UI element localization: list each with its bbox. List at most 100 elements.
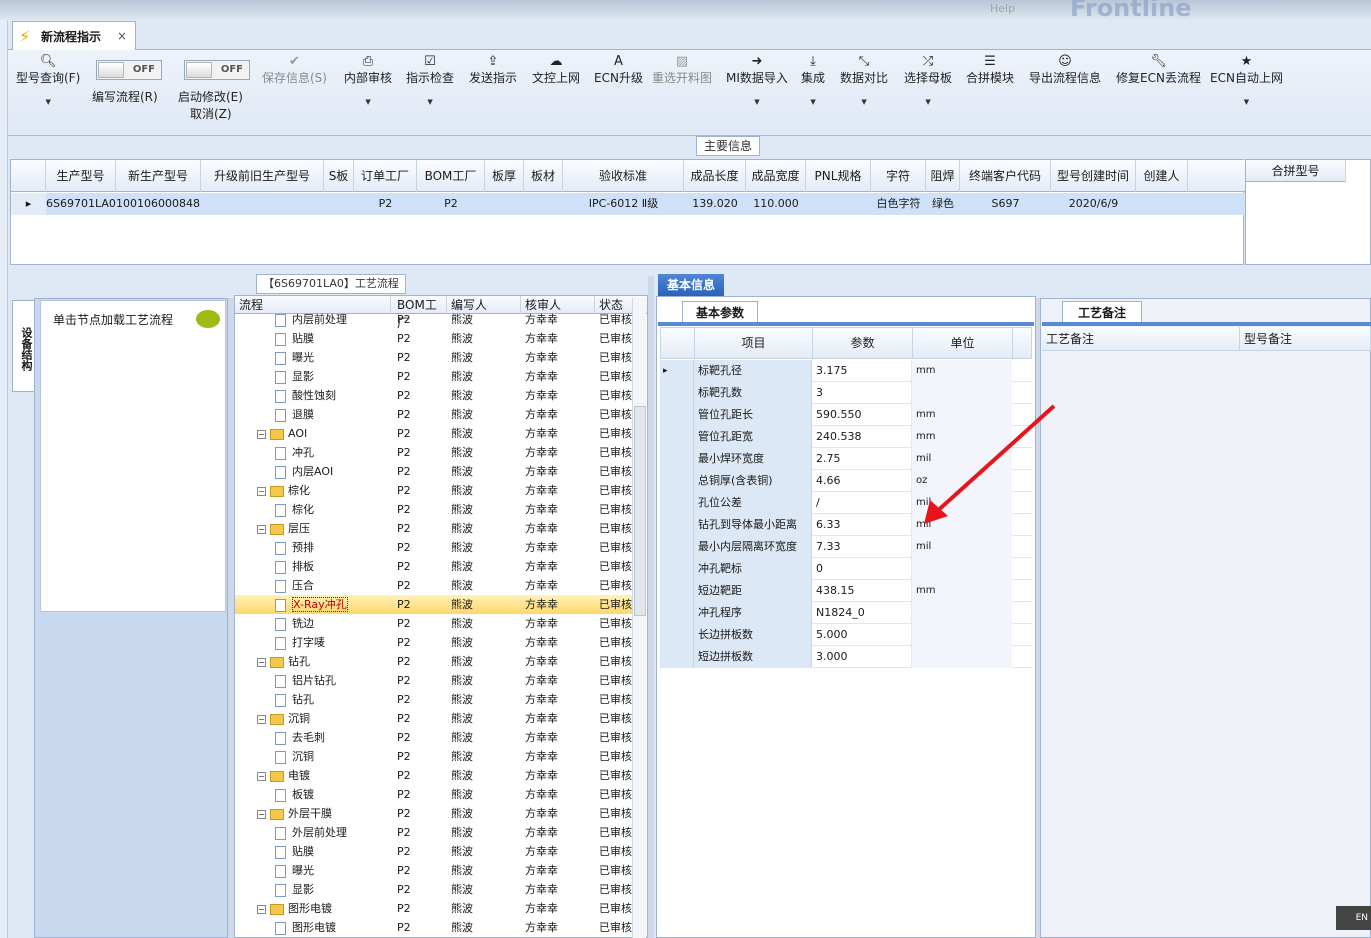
param-unit[interactable] bbox=[912, 646, 1012, 668]
param-name[interactable]: 短边靶距 bbox=[694, 580, 812, 602]
param-value[interactable]: 2.75 bbox=[812, 448, 912, 470]
column-header[interactable]: 创建人 bbox=[1136, 160, 1188, 192]
flow-name[interactable]: 外层干膜 bbox=[288, 807, 332, 820]
flow-name[interactable]: 钻孔 bbox=[292, 693, 314, 706]
flow-name[interactable]: 铣边 bbox=[292, 617, 314, 630]
document-icon[interactable] bbox=[275, 465, 286, 479]
flow-r-cell[interactable]: 方幸幸 bbox=[525, 367, 595, 386]
flow-name-cell[interactable]: 显影 bbox=[275, 367, 391, 386]
language-indicator[interactable]: EN bbox=[1336, 906, 1371, 930]
speech-bubble-icon[interactable] bbox=[196, 310, 220, 328]
flow-r-cell[interactable]: 方幸幸 bbox=[525, 690, 595, 709]
tree-group-row[interactable]: − 图形电镀 P2 熊波 方幸幸 已审核 bbox=[235, 899, 635, 918]
tree-row[interactable]: 外层前处理 P2 熊波 方幸幸 已审核 bbox=[235, 823, 635, 842]
cancel-label[interactable]: 取消(Z) bbox=[190, 105, 232, 122]
tree-row[interactable]: 压合 P2 熊波 方幸幸 已审核 bbox=[235, 576, 635, 595]
flow-w-cell[interactable]: 熊波 bbox=[451, 766, 521, 785]
flow-f-cell[interactable]: P2 bbox=[397, 918, 447, 937]
flow-f-cell[interactable]: P2 bbox=[397, 766, 447, 785]
document-icon[interactable] bbox=[275, 351, 286, 365]
row-indicator[interactable]: ▸ bbox=[660, 360, 694, 382]
row-indicator[interactable] bbox=[660, 492, 694, 514]
flow-name[interactable]: 显影 bbox=[292, 883, 314, 896]
flow-name-cell[interactable]: − AOI bbox=[257, 424, 391, 443]
flow-w-cell[interactable]: 熊波 bbox=[451, 310, 521, 329]
param-name[interactable]: 钻孔到导体最小距离 bbox=[694, 514, 812, 536]
flow-w-cell[interactable]: 熊波 bbox=[451, 747, 521, 766]
close-icon[interactable]: × bbox=[117, 29, 135, 43]
tree-row[interactable]: 图形电镀 P2 熊波 方幸幸 已审核 bbox=[235, 918, 635, 937]
collapse-icon[interactable]: − bbox=[257, 486, 266, 496]
merge-module-button[interactable]: ☰ 合拼模块 bbox=[966, 54, 1014, 86]
document-icon[interactable] bbox=[275, 408, 286, 422]
flow-f-cell[interactable]: P2 bbox=[397, 595, 447, 614]
flow-f-cell[interactable]: P2 bbox=[397, 709, 447, 728]
flow-name[interactable]: 铝片钻孔 bbox=[292, 674, 336, 687]
param-unit[interactable] bbox=[912, 382, 1012, 404]
cell[interactable]: P2 bbox=[354, 193, 417, 215]
flow-f-cell[interactable]: P2 bbox=[397, 519, 447, 538]
flow-w-cell[interactable]: 熊波 bbox=[451, 671, 521, 690]
save-info-button[interactable]: ✔ 保存信息(S) bbox=[262, 54, 327, 86]
column-header[interactable]: 订单工厂 bbox=[354, 160, 417, 192]
flow-name-cell[interactable]: − 钻孔 bbox=[257, 652, 391, 671]
document-icon[interactable] bbox=[275, 446, 286, 460]
cell[interactable]: 2020/6/9 bbox=[1051, 193, 1136, 215]
param-value[interactable]: N1824_0 bbox=[812, 602, 912, 624]
tree-row[interactable]: 贴膜 P2 熊波 方幸幸 已审核 bbox=[235, 329, 635, 348]
flow-name[interactable]: 酸性蚀刻 bbox=[292, 389, 336, 402]
flow-w-cell[interactable]: 熊波 bbox=[451, 918, 521, 937]
document-icon[interactable] bbox=[275, 693, 286, 707]
cell[interactable] bbox=[324, 193, 354, 215]
param-name[interactable]: 长边拼板数 bbox=[694, 624, 812, 646]
flow-name[interactable]: 显影 bbox=[292, 370, 314, 383]
flow-name-cell[interactable]: 沉铜 bbox=[275, 747, 391, 766]
flow-r-cell[interactable]: 方幸幸 bbox=[525, 576, 595, 595]
param-row[interactable]: 标靶孔数 3 bbox=[660, 382, 1032, 404]
flow-name[interactable]: 板镀 bbox=[292, 788, 314, 801]
flow-f-cell[interactable]: P2 bbox=[397, 367, 447, 386]
param-row[interactable]: 短边靶距 438.15 mm bbox=[660, 580, 1032, 602]
cell[interactable]: 10010600084876 bbox=[116, 193, 201, 215]
flow-f-cell[interactable]: P2 bbox=[397, 880, 447, 899]
param-value[interactable]: 3.000 bbox=[812, 646, 912, 668]
tree-row[interactable]: 去毛刺 P2 熊波 方幸幸 已审核 bbox=[235, 728, 635, 747]
flow-r-cell[interactable]: 方幸幸 bbox=[525, 462, 595, 481]
param-value[interactable]: 7.33 bbox=[812, 536, 912, 558]
document-icon[interactable] bbox=[275, 617, 286, 631]
flow-r-cell[interactable]: 方幸幸 bbox=[525, 386, 595, 405]
param-value[interactable]: / bbox=[812, 492, 912, 514]
column-header[interactable]: 验收标准 bbox=[563, 160, 684, 192]
param-row[interactable]: 冲孔程序 N1824_0 bbox=[660, 602, 1032, 624]
flow-name-cell[interactable]: 去毛刺 bbox=[275, 728, 391, 747]
tree-row[interactable]: 铝片钻孔 P2 熊波 方幸幸 已审核 bbox=[235, 671, 635, 690]
flow-r-cell[interactable]: 方幸幸 bbox=[525, 614, 595, 633]
param-name[interactable]: 最小焊环宽度 bbox=[694, 448, 812, 470]
flow-w-cell[interactable]: 熊波 bbox=[451, 690, 521, 709]
tree-group-row[interactable]: − 沉铜 P2 熊波 方幸幸 已审核 bbox=[235, 709, 635, 728]
flow-f-cell[interactable]: P2 bbox=[397, 728, 447, 747]
document-icon[interactable] bbox=[275, 636, 286, 650]
column-header[interactable]: 型号创建时间 bbox=[1051, 160, 1136, 192]
flow-w-cell[interactable]: 熊波 bbox=[451, 899, 521, 918]
cell[interactable]: 白色字符 bbox=[871, 193, 926, 215]
cell[interactable] bbox=[524, 193, 563, 215]
doc-online-button[interactable]: ☁ 文控上网 bbox=[532, 54, 580, 86]
flow-r-cell[interactable]: 方幸幸 bbox=[525, 424, 595, 443]
flow-name-cell[interactable]: 贴膜 bbox=[275, 842, 391, 861]
flow-w-cell[interactable]: 熊波 bbox=[451, 614, 521, 633]
flow-r-cell[interactable]: 方幸幸 bbox=[525, 310, 595, 329]
flow-name[interactable]: 贴膜 bbox=[292, 332, 314, 345]
document-icon[interactable] bbox=[275, 598, 286, 612]
document-icon[interactable] bbox=[275, 332, 286, 346]
flow-w-cell[interactable]: 熊波 bbox=[451, 329, 521, 348]
mi-import-button[interactable]: ➜ MI数据导入 ▼ bbox=[726, 54, 788, 106]
internal-review-button[interactable]: ⎙ 内部审核 ▼ bbox=[344, 54, 392, 106]
middle-splitter[interactable] bbox=[648, 276, 654, 938]
document-icon[interactable] bbox=[275, 921, 286, 935]
flow-r-cell[interactable]: 方幸幸 bbox=[525, 329, 595, 348]
row-indicator[interactable] bbox=[660, 470, 694, 492]
flow-name[interactable]: 沉铜 bbox=[292, 750, 314, 763]
tree-row[interactable]: 钻孔 P2 熊波 方幸幸 已审核 bbox=[235, 690, 635, 709]
flow-name-cell[interactable]: 压合 bbox=[275, 576, 391, 595]
